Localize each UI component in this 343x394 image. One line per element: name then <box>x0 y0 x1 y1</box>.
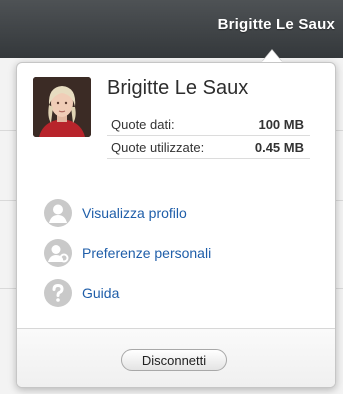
menu-item-view-profile[interactable]: Visualizza profilo <box>44 199 211 227</box>
menu-item-label[interactable]: Preferenze personali <box>82 245 211 261</box>
help-icon <box>44 279 72 307</box>
menu-item-label[interactable]: Visualizza profilo <box>82 205 187 221</box>
header-user-name[interactable]: Brigitte Le Saux <box>218 16 335 33</box>
logout-button[interactable]: Disconnetti <box>121 349 227 371</box>
quota-row: Quote utilizzate: 0.45 MB <box>107 136 310 159</box>
menu-item-help[interactable]: Guida <box>44 279 211 307</box>
quota-label: Quote dati: <box>111 117 175 132</box>
top-bar: Brigitte Le Saux <box>0 0 343 58</box>
user-settings-icon <box>44 239 72 267</box>
user-icon <box>44 199 72 227</box>
quota-table: Quote dati: 100 MB Quote utilizzate: 0.4… <box>107 113 310 159</box>
quota-label: Quote utilizzate: <box>111 140 205 155</box>
account-menu: Visualizza profilo Preferenze personali … <box>44 199 211 319</box>
quota-row: Quote dati: 100 MB <box>107 113 310 136</box>
menu-item-preferences[interactable]: Preferenze personali <box>44 239 211 267</box>
popup-arrow <box>262 50 282 62</box>
popup-footer: Disconnetti <box>17 328 335 387</box>
avatar-image <box>33 77 91 137</box>
account-popup: Brigitte Le Saux Quote dati: 100 MB Quot… <box>16 62 336 388</box>
menu-item-label[interactable]: Guida <box>82 285 119 301</box>
quota-value: 0.45 MB <box>254 140 304 155</box>
avatar <box>33 77 91 137</box>
profile-name: Brigitte Le Saux <box>107 77 249 99</box>
quota-value: 100 MB <box>258 117 304 132</box>
